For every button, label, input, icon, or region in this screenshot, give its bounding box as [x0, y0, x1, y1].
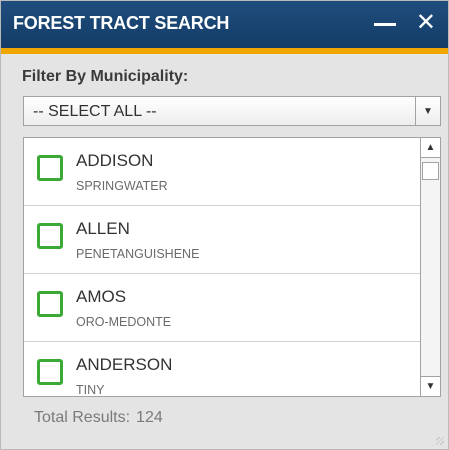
results-list: ADDISON SPRINGWATER ALLEN PENETANGUISHEN…	[23, 137, 441, 397]
chevron-down-icon[interactable]: ▼	[415, 97, 440, 125]
total-results-count: 124	[136, 409, 163, 426]
checkbox[interactable]	[37, 291, 63, 317]
list-item[interactable]: ADDISON SPRINGWATER	[24, 138, 420, 206]
tract-name: ALLEN	[76, 219, 130, 238]
window-title: FOREST TRACT SEARCH	[13, 13, 230, 33]
list-item[interactable]: ALLEN PENETANGUISHENE	[24, 206, 420, 274]
tract-name: ADDISON	[76, 151, 154, 170]
resize-grip-icon[interactable]	[436, 437, 444, 445]
list-item[interactable]: ANDERSON TINY	[24, 342, 420, 397]
tract-municipality: ORO-MEDONTE	[76, 315, 172, 329]
checkbox[interactable]	[37, 155, 63, 181]
scroll-thumb[interactable]	[422, 162, 439, 180]
total-results: Total Results: 124	[34, 409, 163, 427]
forest-tract-search-panel: FOREST TRACT SEARCH ✕ Filter By Municipa…	[0, 0, 449, 450]
municipality-select-value: -- SELECT ALL --	[33, 103, 157, 120]
checkbox[interactable]	[37, 223, 63, 249]
list-item[interactable]: AMOS ORO-MEDONTE	[24, 274, 420, 342]
tract-municipality: SPRINGWATER	[76, 179, 168, 193]
total-results-label: Total Results:	[34, 409, 131, 426]
tract-municipality: TINY	[76, 383, 105, 397]
filter-label: Filter By Municipality:	[22, 68, 189, 85]
checkbox[interactable]	[37, 359, 63, 385]
scroll-up-icon[interactable]: ▲	[421, 138, 440, 158]
close-icon[interactable]: ✕	[416, 11, 436, 35]
tract-municipality: PENETANGUISHENE	[76, 247, 200, 261]
minimize-icon[interactable]	[374, 23, 396, 26]
municipality-select[interactable]: -- SELECT ALL -- ▼	[23, 96, 441, 126]
title-bar-accent	[1, 48, 448, 54]
scrollbar[interactable]: ▲ ▼	[420, 138, 440, 396]
title-bar[interactable]: FOREST TRACT SEARCH ✕	[1, 1, 448, 48]
results-rows: ADDISON SPRINGWATER ALLEN PENETANGUISHEN…	[24, 138, 420, 397]
tract-name: AMOS	[76, 287, 127, 306]
scroll-down-icon[interactable]: ▼	[421, 376, 440, 396]
tract-name: ANDERSON	[76, 355, 173, 374]
